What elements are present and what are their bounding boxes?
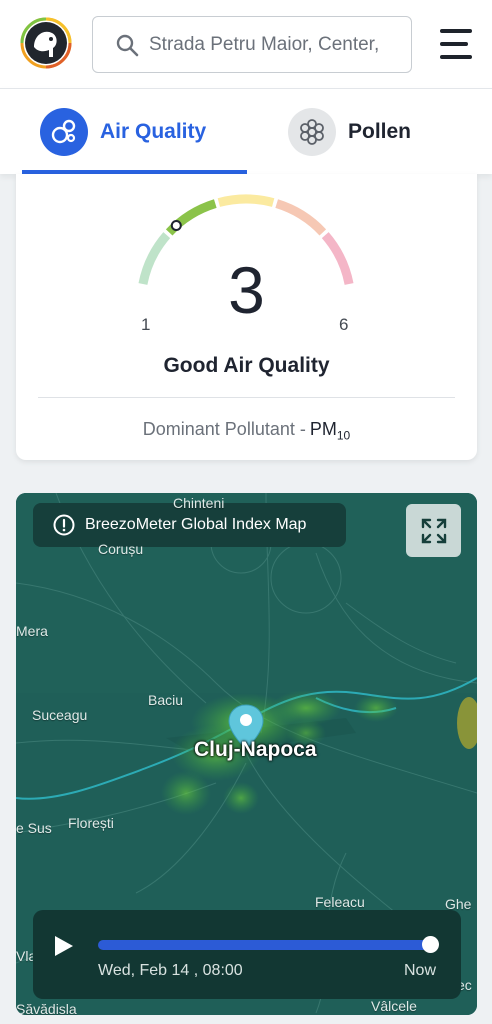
index-map[interactable]: BreezoMeter Global Index Map Chinteni Co… xyxy=(16,493,477,1015)
tab-label: Pollen xyxy=(348,120,412,143)
search-icon xyxy=(116,34,139,56)
map-label: Baciu xyxy=(148,692,184,708)
map-label: Vâlcele xyxy=(371,998,417,1014)
info-icon[interactable] xyxy=(53,514,75,536)
timeline-current-time: Wed, Feb 14 , 08:00 xyxy=(98,962,243,979)
map-label: Săvădisla xyxy=(16,1001,77,1015)
gauge-segment xyxy=(217,194,275,207)
pollutant-name: PM10 xyxy=(309,419,351,443)
map-title: BreezoMeter Global Index Map xyxy=(85,516,307,533)
gauge-min-label: 1 xyxy=(141,315,151,334)
city-label: Cluj-Napoca xyxy=(194,738,317,761)
expand-map-button[interactable] xyxy=(406,504,461,557)
timeline-end-label: Now xyxy=(404,962,437,979)
air-quality-card: 3 1 6 Good Air Quality Dominant Pollutan… xyxy=(16,174,477,460)
tab-label: Air Quality xyxy=(100,120,207,143)
search-input[interactable] xyxy=(149,33,399,56)
tab-bar: Air Quality Pollen xyxy=(0,88,492,174)
timeline-slider-handle[interactable] xyxy=(422,936,439,953)
gauge-max-label: 6 xyxy=(339,315,349,334)
hamburger-menu-icon[interactable] xyxy=(438,26,474,62)
tab-pollen[interactable]: Pollen xyxy=(288,89,478,175)
map-label: Chinteni xyxy=(173,495,225,511)
gauge-marker xyxy=(170,219,182,231)
air-quality-icon xyxy=(40,108,88,156)
play-icon[interactable] xyxy=(53,934,75,958)
map-label: Mera xyxy=(16,623,48,639)
dominant-pollutant-label: Dominant Pollutant - xyxy=(142,419,306,439)
divider xyxy=(38,397,455,398)
aq-index-value: 3 xyxy=(228,253,265,327)
pollen-icon xyxy=(288,108,336,156)
map-label: Corușu xyxy=(98,541,144,557)
tab-air-quality[interactable]: Air Quality xyxy=(22,89,247,175)
app-header xyxy=(0,0,492,88)
aq-status: Good Air Quality xyxy=(163,354,330,377)
expand-icon xyxy=(421,518,446,543)
map-label: Suceagu xyxy=(32,707,88,723)
timeline-slider[interactable] xyxy=(98,940,434,950)
map-label: Florești xyxy=(68,815,114,831)
timeline-player: Wed, Feb 14 , 08:00 Now xyxy=(33,910,461,999)
search-field[interactable] xyxy=(92,16,412,73)
gauge-segment xyxy=(275,199,327,236)
map-label: Feleacu xyxy=(315,894,365,910)
logo-icon[interactable] xyxy=(20,17,72,69)
map-label: e Sus xyxy=(16,820,52,836)
dominant-pollutant: Dominant Pollutant - PM10 xyxy=(16,419,477,443)
